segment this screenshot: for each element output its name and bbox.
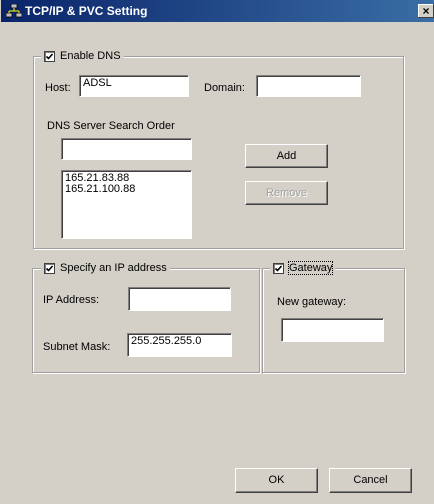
ip-address-label: IP Address: bbox=[43, 294, 100, 306]
ok-label: OK bbox=[268, 474, 285, 486]
domain-input[interactable] bbox=[256, 75, 361, 97]
enable-dns-checkbox[interactable]: Enable DNS bbox=[41, 49, 124, 63]
cancel-label: Cancel bbox=[353, 474, 388, 486]
ip-address-input[interactable] bbox=[128, 287, 231, 311]
new-gateway-input[interactable] bbox=[281, 318, 384, 342]
host-label: Host: bbox=[45, 82, 71, 94]
close-button[interactable]: × bbox=[418, 4, 434, 18]
specify-ip-checkbox[interactable]: Specify an IP address bbox=[41, 261, 170, 275]
add-button[interactable]: Add bbox=[245, 144, 328, 168]
specify-ip-check[interactable] bbox=[44, 262, 55, 274]
gateway-checkbox[interactable]: Gateway bbox=[270, 261, 336, 275]
enable-dns-check[interactable] bbox=[44, 50, 55, 62]
dns-search-order-label: DNS Server Search Order bbox=[47, 120, 175, 132]
subnet-mask-input[interactable]: 255.255.255.0 bbox=[127, 333, 232, 357]
ip-address-group bbox=[32, 268, 260, 373]
window-title: TCP/IP & PVC Setting bbox=[25, 4, 148, 18]
add-label: Add bbox=[276, 150, 297, 162]
dialog-window: TCP/IP & PVC Setting × Enable DNS Host: … bbox=[0, 0, 434, 504]
network-icon bbox=[5, 3, 23, 18]
list-item[interactable]: 165.21.100.88 bbox=[65, 184, 188, 195]
domain-label: Domain: bbox=[204, 82, 245, 94]
host-input[interactable]: ADSL bbox=[79, 75, 189, 97]
ok-button[interactable]: OK bbox=[235, 468, 318, 493]
subnet-mask-label: Subnet Mask: bbox=[43, 341, 111, 353]
remove-button[interactable]: Remove bbox=[245, 181, 328, 205]
dns-server-list[interactable]: 165.21.83.88 165.21.100.88 bbox=[61, 170, 192, 239]
cancel-button[interactable]: Cancel bbox=[329, 468, 412, 493]
remove-label: Remove bbox=[266, 187, 307, 199]
title-bar[interactable]: TCP/IP & PVC Setting × bbox=[1, 0, 434, 22]
specify-ip-label: Specify an IP address bbox=[60, 262, 167, 274]
dns-server-input[interactable] bbox=[61, 138, 192, 160]
gateway-label: Gateway bbox=[287, 261, 334, 275]
enable-dns-label: Enable DNS bbox=[60, 50, 121, 62]
gateway-check[interactable] bbox=[273, 262, 284, 274]
new-gateway-label: New gateway: bbox=[277, 296, 347, 308]
